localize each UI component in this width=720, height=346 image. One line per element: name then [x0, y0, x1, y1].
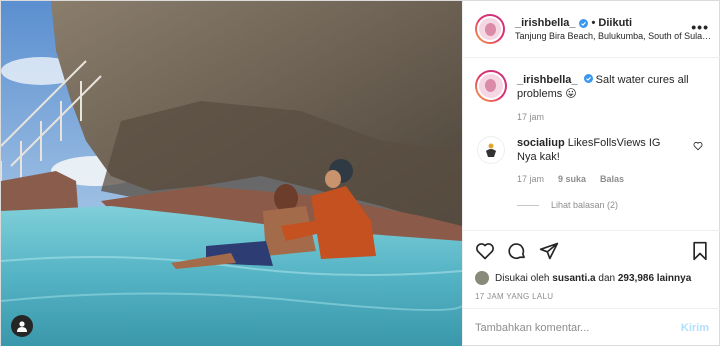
likes-middle: dan — [598, 272, 616, 284]
comment-icon — [508, 243, 525, 260]
post-header: _irishbella_ • Diikuti Tanjung Bira Beac… — [463, 1, 720, 58]
beach-cave-photo — [1, 1, 462, 346]
liker-avatar[interactable] — [475, 271, 489, 285]
likes-prefix: Disukai oleh — [495, 272, 550, 284]
socialiup-logo-icon — [486, 143, 496, 157]
post-comment-button[interactable]: Kirim — [681, 322, 709, 334]
post-timestamp: 17 JAM YANG LALU — [475, 292, 554, 301]
post-actions: Disukai oleh susanti.a dan 293,986 lainn… — [463, 230, 720, 301]
verified-badge-icon — [583, 74, 593, 83]
user-tag-button[interactable] — [11, 315, 33, 337]
commenter-username[interactable]: socialiup — [517, 137, 565, 149]
comment-heart-icon[interactable] — [693, 141, 703, 151]
caption: _irishbella_ Salt water cures all proble… — [475, 70, 709, 102]
bookmark-icon — [693, 241, 707, 261]
likes-summary: Disukai oleh susanti.a dan 293,986 lainn… — [475, 271, 709, 285]
view-replies-label: Lihat balasan (2) — [551, 200, 619, 210]
comment-time: 17 jam — [517, 174, 545, 184]
instagram-post: _irishbella_ • Diikuti Tanjung Bira Beac… — [0, 0, 720, 346]
likes-count[interactable]: 293,986 lainnya — [618, 273, 691, 284]
replies-divider — [517, 204, 539, 206]
caption-username[interactable]: _irishbella_ — [517, 74, 578, 86]
post-photo[interactable] — [1, 1, 462, 346]
author-username[interactable]: _irishbella_ — [515, 17, 576, 29]
liker-username[interactable]: susanti.a — [552, 273, 595, 284]
paper-plane-icon — [539, 242, 559, 260]
reply-button[interactable]: Balas — [600, 174, 624, 184]
comment-likes[interactable]: 9 suka — [558, 174, 586, 184]
user-tag-icon — [17, 321, 27, 332]
heart-icon — [476, 243, 494, 260]
location-link[interactable]: Tanjung Bira Beach, Bulukumba, South of … — [515, 31, 715, 41]
more-options-icon[interactable]: ••• — [691, 20, 709, 34]
verified-badge-icon — [578, 18, 588, 28]
save-button[interactable] — [691, 241, 709, 266]
comment-input[interactable] — [475, 322, 681, 334]
comment-button[interactable] — [507, 241, 527, 261]
caption-avatar[interactable] — [475, 70, 507, 102]
post-side-panel: _irishbella_ • Diikuti Tanjung Bira Beac… — [462, 1, 720, 346]
following-button[interactable]: Diikuti — [598, 17, 632, 29]
caption-time: 17 jam — [517, 112, 545, 122]
comment-item: socialiup LikesFollsViews IG Nya kak! — [475, 136, 709, 164]
share-button[interactable] — [539, 241, 559, 261]
add-comment-form: Kirim — [463, 308, 720, 346]
comments-section: _irishbella_ Salt water cures all proble… — [463, 58, 720, 230]
commenter-avatar[interactable] — [477, 136, 505, 164]
like-button[interactable] — [475, 241, 495, 261]
view-replies-button[interactable]: Lihat balasan (2) — [517, 200, 709, 210]
author-avatar[interactable] — [475, 14, 505, 44]
comment-meta: 17 jam 9 suka Balas — [517, 174, 709, 184]
separator-dot: • — [591, 17, 596, 29]
